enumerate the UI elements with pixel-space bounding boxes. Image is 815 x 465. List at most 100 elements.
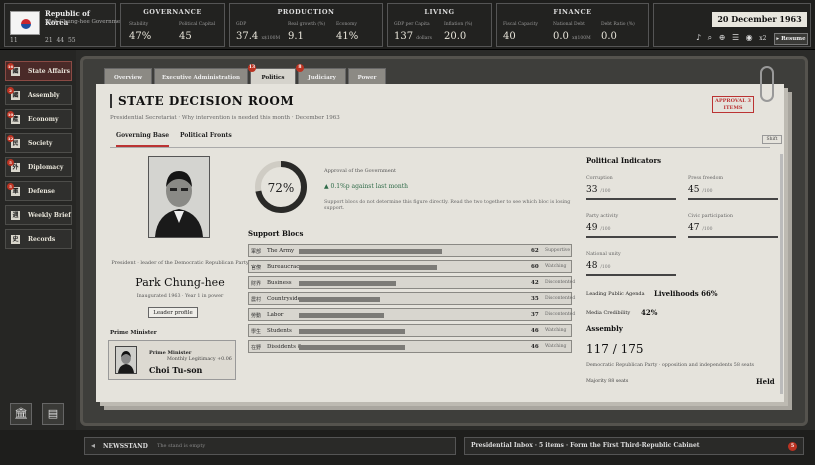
living-panel[interactable]: LIVING GDP per Capita 137 dollars Inflati… <box>387 3 492 47</box>
sidebar-item-records[interactable]: 史 Records <box>5 229 72 249</box>
menu-icon[interactable]: ☰ <box>732 33 739 42</box>
finance-title: FINANCE <box>553 8 592 16</box>
bloc-icon: 軍部 <box>251 249 262 255</box>
governance-title: GOVERNANCE <box>143 8 202 16</box>
sidebar-label: Records <box>28 236 56 243</box>
scrollbar[interactable] <box>780 154 783 394</box>
bloc-status: Supportive <box>545 248 571 253</box>
subtab-political-fronts[interactable]: Political Fronts <box>180 132 232 139</box>
sidebar-item-diplomacy[interactable]: 外 5 Diplomacy <box>5 157 72 177</box>
majority-label: Majority 88 seats <box>586 379 629 384</box>
support-bloc-row[interactable]: 農村 Countryside 35 Discontented <box>248 292 576 305</box>
sidebar-item-defense[interactable]: 軍 5 Defense <box>5 181 72 201</box>
fiscal-capacity-label: Fiscal Capacity <box>503 22 538 27</box>
growth-label: Real growth (%) <box>288 22 326 27</box>
tab-label: Overview <box>114 75 142 81</box>
leader-tenure: Inaugurated 1963 · Year 1 in power <box>136 294 224 299</box>
civic-participation-indicator: Civic participation 47 /100 <box>688 214 778 238</box>
prime-minister-title: Prime Minister <box>149 350 192 356</box>
indicator-max: /100 <box>600 227 611 232</box>
bloc-value: 46 <box>531 344 539 350</box>
indicator-max: /100 <box>600 265 611 270</box>
economy-label: Economy <box>336 22 357 27</box>
bloc-name: Students <box>267 328 292 334</box>
subtab-governing-base[interactable]: Governing Base <box>116 132 170 147</box>
inbox-text: Presidential Inbox · 5 items · Form the … <box>471 442 700 449</box>
stat-1: 21 <box>45 37 53 44</box>
gdp-per-capita-label: GDP per Capita <box>394 22 430 27</box>
support-bloc-row[interactable]: 官僚 Bureaucracy 60 Watching <box>248 260 572 273</box>
country-stats: 21 44 55 <box>45 37 76 44</box>
sidebar-label: Weekly Brief <box>28 212 71 219</box>
leader-name: Park Chung-hee <box>135 276 225 289</box>
government-name: Park Chung-hee Government <box>45 19 126 25</box>
assembly-seats: 117 / 175 <box>586 342 644 356</box>
pause-icon[interactable]: ◉ <box>746 33 753 42</box>
bloc-status: Discontented <box>545 296 576 301</box>
bloc-name: Business <box>267 280 292 286</box>
bloc-bar <box>299 249 442 254</box>
presidential-inbox[interactable]: Presidential Inbox · 5 items · Form the … <box>464 437 804 455</box>
media-credibility-label: Media Credibility <box>586 310 631 316</box>
sidebar-item-weekly-brief[interactable]: 週 Weekly Brief <box>5 205 72 225</box>
id-card-icon[interactable]: ▤ <box>42 403 64 425</box>
sidebar-item-assembly[interactable]: 國 2 Assembly <box>5 85 72 105</box>
leader-profile-button[interactable]: Leader profile <box>148 307 198 318</box>
resume-button[interactable]: ▸ Resume <box>774 33 808 45</box>
bloc-name: Bureaucracy <box>267 264 303 270</box>
economy-value: 41% <box>336 31 359 42</box>
indicator-underline <box>586 198 676 200</box>
divider <box>110 147 770 148</box>
indicator-value: 45 <box>688 185 700 195</box>
political-indicators-title: Political Indicators <box>586 156 662 165</box>
sidebar-item-state-affairs[interactable]: 國 16 State Affairs <box>5 61 72 81</box>
indicator-label: Press freedom <box>688 176 724 181</box>
country-card[interactable]: Republic of Korea Park Chung-hee Governm… <box>4 3 126 47</box>
capitol-icon[interactable]: 🏛 <box>10 403 32 425</box>
speed-button[interactable]: x2 <box>759 35 766 42</box>
support-bloc-row[interactable]: 財界 Business 42 Discontented <box>248 276 576 289</box>
sidebar-label: Defense <box>28 188 55 195</box>
press-freedom-indicator: Press freedom 45 /100 <box>688 176 778 200</box>
tab-badge: 8 <box>296 64 304 72</box>
search-icon[interactable]: ⌕ <box>708 33 712 42</box>
majority-status: Held <box>756 377 775 386</box>
bloc-name: Dissidents & <box>267 344 303 350</box>
governance-panel[interactable]: GOVERNANCE Stability 47% Political Capita… <box>120 3 225 47</box>
add-icon[interactable]: ⊕ <box>719 33 726 42</box>
bloc-icon: 官僚 <box>251 265 262 271</box>
music-icon[interactable]: ♪ <box>696 33 701 42</box>
gdp-unit: x$100M <box>261 36 281 41</box>
sidebar-label: Assembly <box>28 92 60 99</box>
sidebar-label: State Affairs <box>28 68 70 75</box>
bloc-status: Discontented <box>545 280 576 285</box>
back-arrow-icon[interactable]: ◂ <box>91 441 95 450</box>
production-panel[interactable]: PRODUCTION GDP 37.4 x$100M Real growth (%… <box>229 3 383 47</box>
growth-value: 9.1 <box>288 31 304 42</box>
inbox-badge: 5 <box>788 442 797 451</box>
production-title: PRODUCTION <box>277 8 335 16</box>
public-agenda-label: Leading Public Agenda <box>586 291 645 297</box>
bloc-value: 42 <box>531 280 539 286</box>
approval-stamp[interactable]: APPROVAL 3 ITEMS <box>712 96 754 113</box>
support-bloc-row[interactable]: 勞動 Labor 37 Discontented <box>248 308 575 321</box>
sidebar-item-economy[interactable]: 產 10 Economy <box>5 109 72 129</box>
bloc-bar <box>299 297 380 302</box>
tab-label: Judiciary <box>308 75 336 81</box>
bloc-icon: 財界 <box>251 281 262 287</box>
support-bloc-row[interactable]: 在野 Dissidents & 46 Watching <box>248 340 572 353</box>
paperclip-icon <box>760 66 774 102</box>
support-bloc-row[interactable]: 軍部 The Army 62 Supportive <box>248 244 572 257</box>
prime-minister-card[interactable]: Prime Minister Monthly Legitimacy +0.06 … <box>108 340 236 380</box>
finance-panel[interactable]: FINANCE Fiscal Capacity 40 National Debt 0… <box>496 3 649 47</box>
shift-button[interactable]: Shift <box>762 135 782 144</box>
prime-minister-legitimacy: Monthly Legitimacy +0.06 <box>167 357 232 362</box>
sidebar-item-society[interactable]: 民 12 Society <box>5 133 72 153</box>
support-bloc-row[interactable]: 學生 Students 46 Watching <box>248 324 572 337</box>
bloc-status: Watching <box>545 344 567 349</box>
badge: 16 <box>7 63 14 70</box>
newsstand-bar[interactable]: ◂ NEWSSTAND The stand is empty <box>84 437 456 455</box>
bloc-status: Watching <box>545 328 567 333</box>
tab-label: Politics <box>261 75 285 81</box>
national-debt-unit: x$100M <box>572 36 591 41</box>
